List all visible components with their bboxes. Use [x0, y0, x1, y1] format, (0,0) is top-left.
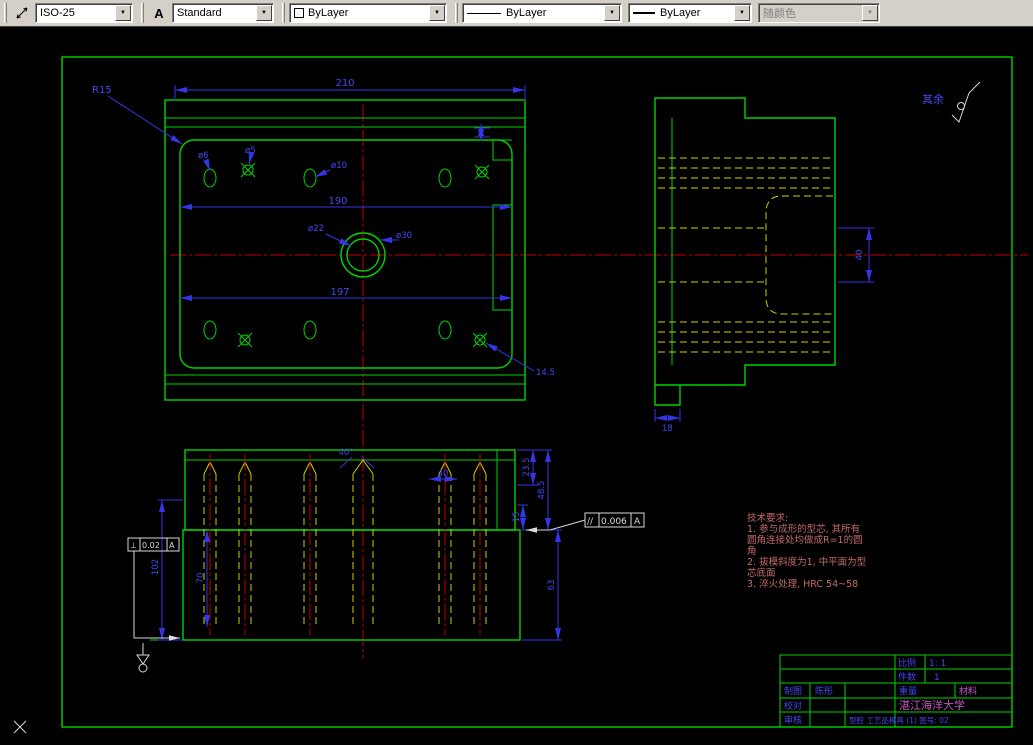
chevron-down-icon[interactable]: ▼	[429, 5, 445, 21]
dim-d5-label: ø5	[245, 146, 256, 156]
model-space-canvas[interactable]: 210 R15 ø6 ø5 ø10 190 ø22 ø30 197 14.5 4…	[0, 27, 1033, 745]
toolbar-grip[interactable]	[4, 3, 7, 23]
dim-d10-label: ø10	[331, 161, 347, 171]
color-control-combo[interactable]: ByLayer ▼	[289, 3, 447, 23]
text-style-value: Standard	[177, 7, 222, 19]
chevron-down-icon[interactable]: ▼	[256, 5, 272, 21]
tech-req-line: 角	[747, 545, 757, 557]
drafter-label: 制图	[784, 685, 802, 697]
drafter-name: 陈彤	[815, 685, 833, 697]
dim-40-core-label: 40	[438, 469, 449, 479]
text-style-icon[interactable]: A	[148, 2, 170, 24]
linetype-line-icon	[467, 12, 501, 14]
dim-40-bore-label: 40	[855, 250, 865, 261]
dim-210-label: 210	[335, 78, 354, 89]
tech-req-line: 芯底面	[747, 567, 776, 579]
fcf-parallel-symbol: //	[587, 517, 594, 527]
approver-label: 审核	[784, 714, 802, 726]
dim-18-label: 18	[662, 424, 673, 434]
fcf-perpendicularity: ⊥ 0.02 A	[127, 537, 180, 641]
cad-application-window: ISO-25 ▼ A Standard ▼ ByLayer ▼ ByLayer …	[0, 0, 1033, 745]
color-swatch-icon	[294, 8, 304, 18]
tech-req-line: 3. 淬火处理, HRC 54~58	[747, 578, 858, 590]
tech-req-line: 圆角连接处均做成R=1的圆	[747, 534, 863, 546]
fcf-perp-datum: A	[169, 541, 175, 550]
dim-23-5-label: 23.5	[522, 458, 532, 477]
plotstyle-value: 随颜色	[763, 8, 796, 20]
chevron-down-icon: ▼	[862, 5, 878, 21]
part-title: 型腔 工艺品模具 (1) 图号: 02	[849, 715, 949, 725]
side-view	[654, 97, 836, 406]
technical-requirements: 技术要求: 1. 参与成形的型芯, 其所有 圆角连接处均做成R=1的圆 角 2.…	[747, 512, 867, 590]
drawing-canvas[interactable]: 210 R15 ø6 ø5 ø10 190 ø22 ø30 197 14.5 4…	[0, 27, 1033, 745]
chevron-down-icon[interactable]: ▼	[604, 5, 620, 21]
tech-req-line: 技术要求:	[747, 512, 788, 524]
dim-style-combo[interactable]: ISO-25 ▼	[35, 3, 133, 23]
front-view	[150, 449, 521, 641]
dim-14-5-label: 14.5	[536, 368, 555, 378]
plotstyle-control-combo: 随颜色 ▼	[758, 3, 880, 23]
toolbar-grip[interactable]	[455, 3, 458, 23]
linetype-control-combo[interactable]: ByLayer ▼	[462, 3, 622, 23]
lineweight-value: ByLayer	[660, 7, 701, 19]
scale-label: 比例	[898, 657, 916, 669]
dim-40deg-label: 40°	[338, 448, 353, 458]
dim-r15-label: R15	[92, 85, 112, 96]
dim-197-label: 197	[330, 287, 349, 298]
lineweight-control-combo[interactable]: ByLayer ▼	[628, 3, 752, 23]
tech-req-line: 1. 参与成形的型芯, 其所有	[747, 523, 860, 535]
dim-70-label: 70	[196, 573, 206, 584]
title-block: 比例 1: 1 件数 1 制图 陈彤 重量 材料 校对 湛江海洋大学 审核 型腔…	[779, 654, 1013, 728]
qty-value: 1	[934, 673, 940, 683]
checker-label: 校对	[784, 700, 802, 712]
dim-d6-label: ø6	[198, 151, 209, 161]
fcf-perp-tolerance: 0.02	[142, 541, 160, 550]
side-view-dimensions: 40 18	[654, 227, 874, 434]
chevron-down-icon[interactable]: ▼	[734, 5, 750, 21]
letter-a-icon: A	[154, 5, 164, 21]
linetype-value: ByLayer	[506, 7, 547, 19]
dim-102-label: 102	[151, 559, 161, 575]
core-hidden-lines	[203, 459, 487, 627]
tech-req-line: 2. 拔模斜度为1, 中平面为型	[747, 556, 867, 568]
scale-value: 1: 1	[929, 659, 946, 669]
plan-view-dimensions: 210 R15 ø6 ø5 ø10 190 ø22 ø30 197 14.5	[92, 78, 555, 378]
plan-view	[164, 99, 526, 401]
dim-style-value: ISO-25	[40, 7, 75, 19]
dim-d22-label: ø22	[308, 224, 324, 234]
fcf-parallel-tolerance: 0.006	[601, 517, 627, 527]
school-name: 湛江海洋大学	[899, 698, 965, 712]
top-toolbar: ISO-25 ▼ A Standard ▼ ByLayer ▼ ByLayer …	[0, 0, 1033, 27]
centerlines	[170, 105, 1028, 658]
dimension-icon	[16, 7, 28, 19]
fcf-parallel-datum: A	[634, 517, 641, 527]
chevron-down-icon[interactable]: ▼	[115, 5, 131, 21]
text-style-combo[interactable]: Standard ▼	[172, 3, 274, 23]
fcf-parallelism: // 0.006 A	[526, 512, 645, 533]
ucs-icon	[13, 720, 27, 734]
datum-symbol	[136, 643, 150, 673]
front-view-dimensions: 40° 40 23.5 48.5 15 63 102 70	[151, 448, 562, 641]
weight-label: 重量	[899, 685, 917, 697]
lineweight-line-icon	[633, 12, 655, 14]
toolbar-grip[interactable]	[141, 3, 144, 23]
surface-note-label: 其余	[922, 92, 944, 106]
qty-label: 件数	[898, 671, 916, 683]
surface-finish-note: 其余	[922, 81, 981, 123]
dim-15-label: 15	[512, 512, 522, 523]
material-label: 材料	[959, 685, 977, 697]
dim-48-5-label: 48.5	[537, 481, 547, 500]
toolbar-grip[interactable]	[282, 3, 285, 23]
dim-style-icon[interactable]	[11, 2, 33, 24]
dim-63-label: 63	[547, 580, 557, 591]
fcf-perp-symbol: ⊥	[130, 541, 137, 550]
dim-190-label: 190	[328, 196, 347, 207]
color-value: ByLayer	[308, 7, 349, 19]
